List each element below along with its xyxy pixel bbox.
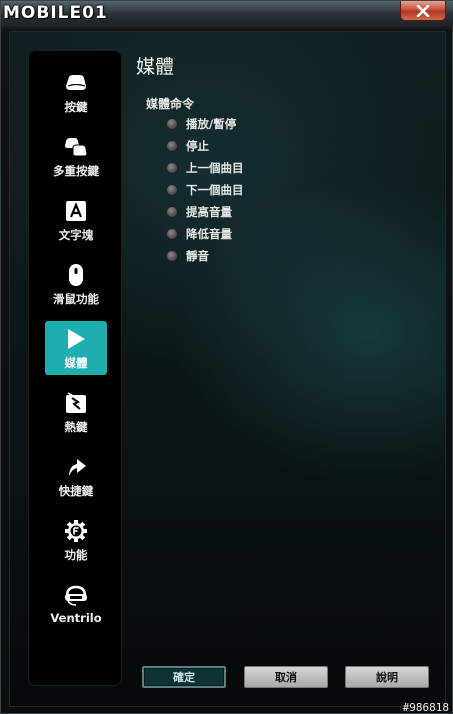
radio-button[interactable]: [166, 228, 178, 240]
ok-button[interactable]: 確定: [142, 666, 226, 688]
sidebar-item-multi-keys[interactable]: 多重按鍵: [37, 129, 115, 183]
option-label: 降低音量: [186, 227, 232, 241]
option-label: 下一個曲目: [186, 183, 244, 197]
title-bar: MOBILE01: [1, 1, 453, 27]
play-icon: [64, 327, 88, 351]
option-volume-up[interactable]: 提高音量: [166, 203, 232, 221]
page-title: 媒體: [136, 56, 175, 78]
sidebar-item-functions[interactable]: 功能: [37, 513, 115, 567]
sidebar-item-keys[interactable]: 按鍵: [37, 65, 115, 119]
multi-key-icon: [64, 135, 88, 159]
sidebar-item-label: 多重按鍵: [53, 164, 99, 178]
option-play-pause[interactable]: 播放/暫停: [166, 115, 236, 133]
radio-button[interactable]: [166, 140, 178, 152]
sidebar-item-text-block[interactable]: 文字塊: [37, 193, 115, 247]
option-label: 停止: [186, 139, 209, 153]
radio-button[interactable]: [166, 118, 178, 130]
watermark-id: #986818: [402, 701, 449, 714]
option-label: 靜音: [186, 249, 209, 263]
sidebar-item-label: 熱鍵: [64, 420, 88, 434]
option-label: 上一個曲目: [186, 161, 244, 175]
sidebar-item-mouse[interactable]: 滑鼠功能: [37, 257, 115, 311]
sidebar-item-label: 滑鼠功能: [53, 292, 99, 306]
option-next-track[interactable]: 下一個曲目: [166, 181, 244, 199]
option-previous-track[interactable]: 上一個曲目: [166, 159, 244, 177]
radio-button[interactable]: [166, 184, 178, 196]
function-gear-icon: [64, 519, 88, 543]
close-icon: [416, 4, 430, 17]
radio-button[interactable]: [166, 206, 178, 218]
sidebar-item-ventrilo[interactable]: Ventrilo: [37, 577, 115, 631]
mouse-icon: [64, 263, 88, 287]
sidebar-item-shortcut[interactable]: 快捷鍵: [37, 449, 115, 503]
radio-button[interactable]: [166, 250, 178, 262]
cancel-button[interactable]: 取消: [244, 666, 328, 688]
sidebar-item-label: Ventrilo: [50, 611, 102, 625]
option-label: 播放/暫停: [186, 117, 237, 131]
option-label: 提高音量: [186, 205, 232, 219]
option-stop[interactable]: 停止: [166, 137, 209, 155]
sidebar-item-label: 快捷鍵: [58, 484, 94, 498]
option-volume-down[interactable]: 降低音量: [166, 225, 232, 243]
option-mute[interactable]: 靜音: [166, 247, 209, 265]
sidebar: 按鍵 多重按鍵 文字塊 滑鼠功能 媒體 熱鍵 快捷鍵 功能 Ventrilo: [28, 50, 122, 686]
sidebar-item-label: 文字塊: [58, 228, 94, 242]
text-block-icon: [64, 199, 88, 223]
radio-button[interactable]: [166, 162, 178, 174]
watermark-logo: MOBILE01: [3, 3, 108, 23]
key-icon: [64, 71, 88, 95]
sidebar-item-label: 媒體: [64, 356, 88, 370]
hotkey-icon: [64, 391, 88, 415]
media-commands-label: 媒體命令: [146, 97, 195, 111]
sidebar-item-hotkeys[interactable]: 熱鍵: [37, 385, 115, 439]
shortcut-arrow-icon: [64, 455, 88, 479]
help-button[interactable]: 說明: [345, 666, 429, 688]
headset-icon: [64, 583, 88, 607]
close-button[interactable]: [400, 1, 446, 21]
sidebar-item-media[interactable]: 媒體: [45, 321, 107, 375]
sidebar-item-label: 功能: [64, 548, 88, 562]
sidebar-item-label: 按鍵: [64, 100, 88, 114]
